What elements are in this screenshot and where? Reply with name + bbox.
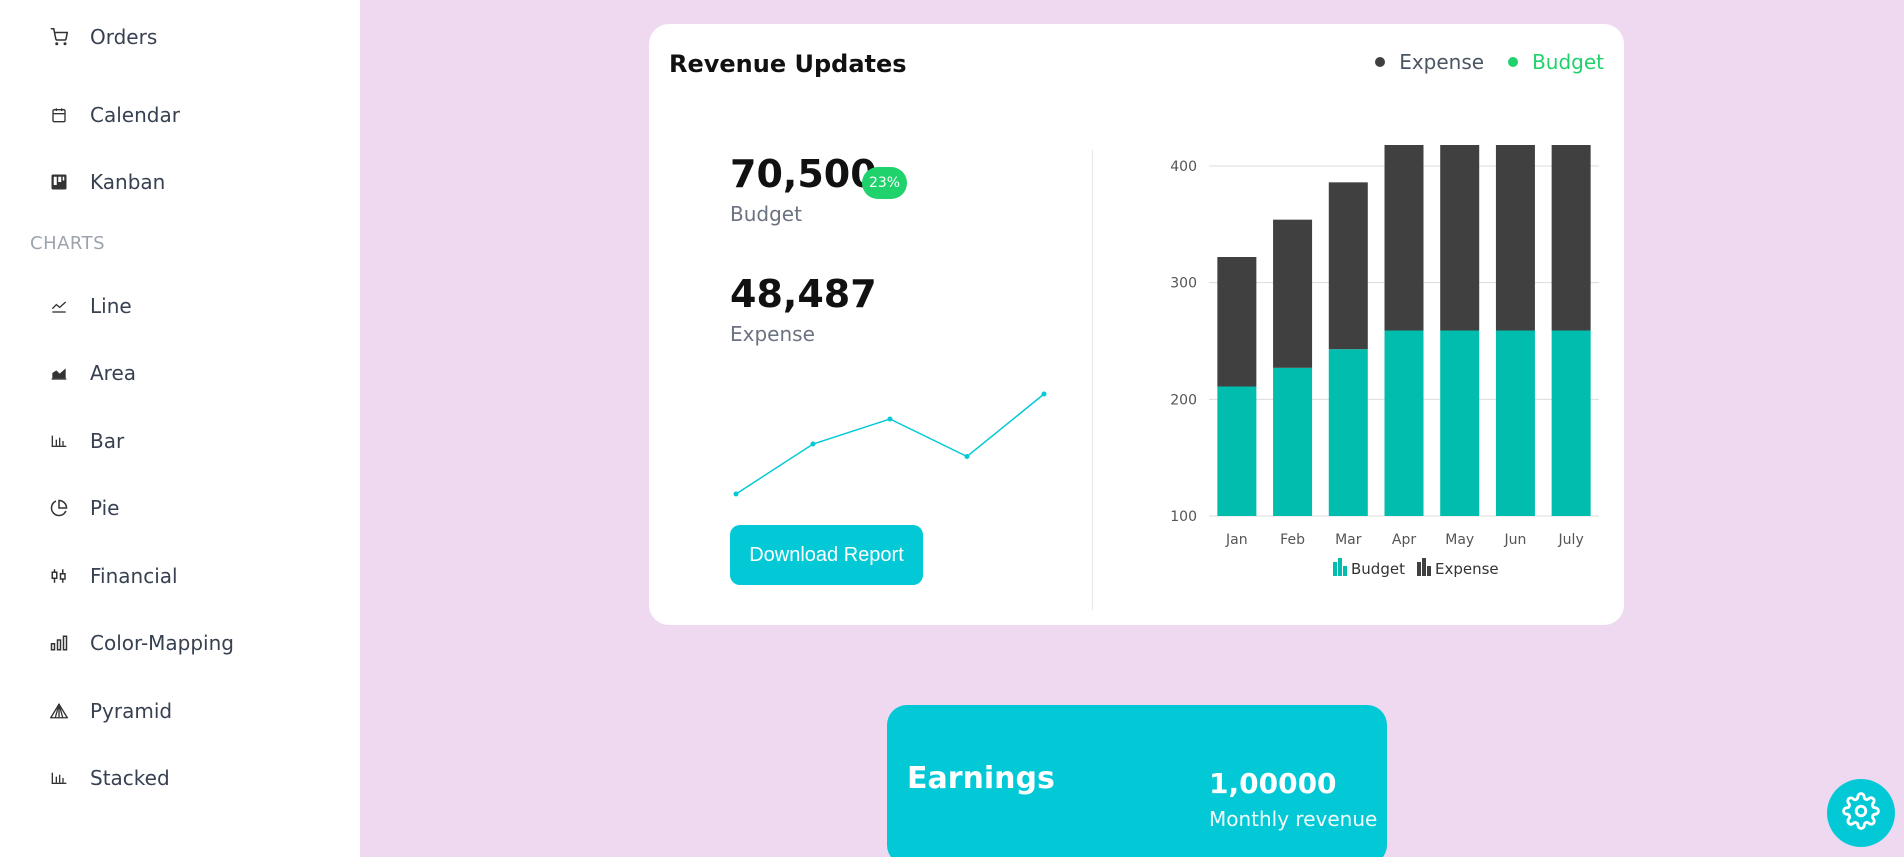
sidebar-item-label: Pyramid	[90, 699, 173, 723]
settings-button[interactable]	[1827, 779, 1895, 847]
earnings-card: Earnings 1,00000 Monthly revenue	[887, 705, 1387, 857]
gear-icon	[1842, 792, 1880, 834]
bar-chart-icon	[44, 431, 74, 451]
legend-icon	[1427, 566, 1431, 576]
revenue-updates-card: Revenue Updates Expense Budget 70,500 23…	[649, 24, 1624, 625]
earnings-subtitle: Monthly revenue	[1209, 807, 1378, 831]
sidebar: Orders Calendar Kanban CHARTS Line Area …	[0, 0, 360, 857]
sidebar-item-financial[interactable]: Financial	[30, 556, 178, 596]
sidebar-item-label: Bar	[90, 429, 125, 453]
expense-dot-icon	[1375, 57, 1386, 67]
color-mapping-icon	[44, 633, 74, 653]
sidebar-item-label: Line	[90, 294, 132, 318]
legend-icon	[1333, 562, 1337, 576]
sidebar-item-label: Area	[90, 361, 137, 385]
y-tick-label: 300	[1170, 276, 1197, 292]
sidebar-item-calendar[interactable]: Calendar	[30, 95, 180, 135]
download-report-button[interactable]: Download Report	[730, 525, 923, 585]
legend-icon	[1338, 558, 1342, 576]
x-tick-label: May	[1445, 532, 1474, 548]
sidebar-item-pyramid[interactable]: Pyramid	[30, 691, 172, 731]
sparkline-point	[733, 491, 739, 497]
earnings-title: Earnings	[907, 761, 1055, 796]
budget-change-badge: 23%	[862, 167, 907, 199]
sidebar-item-line[interactable]: Line	[30, 286, 132, 326]
area-chart-icon	[44, 363, 74, 383]
sidebar-item-label: Pie	[90, 496, 120, 520]
bar-expense	[1328, 182, 1368, 350]
pie-chart-icon	[44, 498, 74, 518]
x-tick-label: Feb	[1280, 532, 1305, 548]
legend-expense: Expense	[1375, 50, 1484, 74]
sidebar-item-pie[interactable]: Pie	[30, 488, 119, 528]
sidebar-item-bar[interactable]: Bar	[30, 421, 124, 461]
section-title-charts: CHARTS	[30, 233, 106, 254]
sidebar-item-label: Stacked	[90, 766, 170, 790]
line-chart-icon	[44, 296, 74, 316]
bar-budget	[1384, 330, 1424, 516]
bar-expense	[1495, 145, 1535, 331]
bar-budget	[1551, 330, 1591, 516]
bar-budget	[1495, 330, 1535, 516]
legend-budget: Budget	[1508, 50, 1604, 74]
sparkline-chart	[733, 391, 1047, 497]
x-tick-label: Jan	[1225, 532, 1248, 548]
bar-expense	[1217, 257, 1257, 387]
x-tick-label: Apr	[1392, 532, 1416, 548]
x-tick-label: Jun	[1503, 532, 1526, 548]
bar-expense	[1440, 145, 1480, 331]
legend-budget-label: Budget	[1532, 50, 1604, 74]
candlestick-icon	[44, 566, 74, 586]
legend-label: Expense	[1435, 560, 1499, 578]
earnings-value: 1,00000	[1209, 767, 1337, 800]
sparkline-point	[810, 441, 816, 447]
bar-budget	[1328, 349, 1368, 516]
legend-icon	[1422, 558, 1426, 576]
revenue-legend: Expense Budget	[1351, 50, 1604, 74]
sparkline-point	[1041, 391, 1047, 397]
bar-budget	[1273, 367, 1313, 516]
card-divider	[1092, 150, 1093, 610]
legend-icon	[1343, 566, 1347, 576]
stacked-bar-chart: 100 200 300 400 Jan Feb Mar Apr May Jun July Budget…	[1170, 145, 1599, 578]
sparkline-line	[735, 393, 1045, 495]
bar-budget	[1217, 386, 1257, 516]
pyramid-icon	[44, 701, 74, 721]
sparkline-point	[887, 416, 893, 422]
y-tick-label: 200	[1170, 392, 1197, 408]
sparkline-point	[964, 454, 970, 459]
sidebar-item-area[interactable]: Area	[30, 353, 136, 393]
sidebar-item-label: Calendar	[90, 103, 180, 127]
stacked-chart-icon	[44, 768, 74, 788]
sidebar-item-orders[interactable]: Orders	[30, 17, 157, 57]
bar-expense	[1551, 145, 1591, 331]
bar-expense	[1273, 219, 1313, 368]
revenue-title: Revenue Updates	[669, 50, 907, 78]
budget-value: 70,500	[730, 152, 877, 196]
sidebar-item-label: Financial	[90, 564, 178, 588]
cart-icon	[44, 27, 74, 47]
sidebar-item-kanban[interactable]: Kanban	[30, 162, 165, 202]
bar-expense	[1384, 145, 1424, 331]
sidebar-item-label: Orders	[90, 25, 158, 49]
sidebar-item-color-mapping[interactable]: Color-Mapping	[30, 623, 234, 663]
calendar-icon	[44, 105, 74, 125]
legend-expense-label: Expense	[1399, 50, 1485, 74]
budget-label: Budget	[730, 202, 802, 226]
x-tick-label: Mar	[1335, 532, 1362, 548]
budget-dot-icon	[1508, 57, 1519, 67]
legend-label: Budget	[1351, 560, 1405, 578]
kanban-icon	[44, 172, 74, 192]
sidebar-item-label: Kanban	[90, 170, 166, 194]
y-tick-label: 100	[1170, 509, 1197, 525]
x-tick-label: July	[1558, 532, 1584, 548]
expense-label: Expense	[730, 322, 815, 346]
y-tick-label: 400	[1170, 159, 1197, 175]
expense-value: 48,487	[730, 272, 877, 316]
sidebar-item-stacked[interactable]: Stacked	[30, 758, 170, 798]
legend-icon	[1417, 562, 1421, 576]
bar-budget	[1440, 330, 1480, 516]
sidebar-item-label: Color-Mapping	[90, 631, 234, 655]
